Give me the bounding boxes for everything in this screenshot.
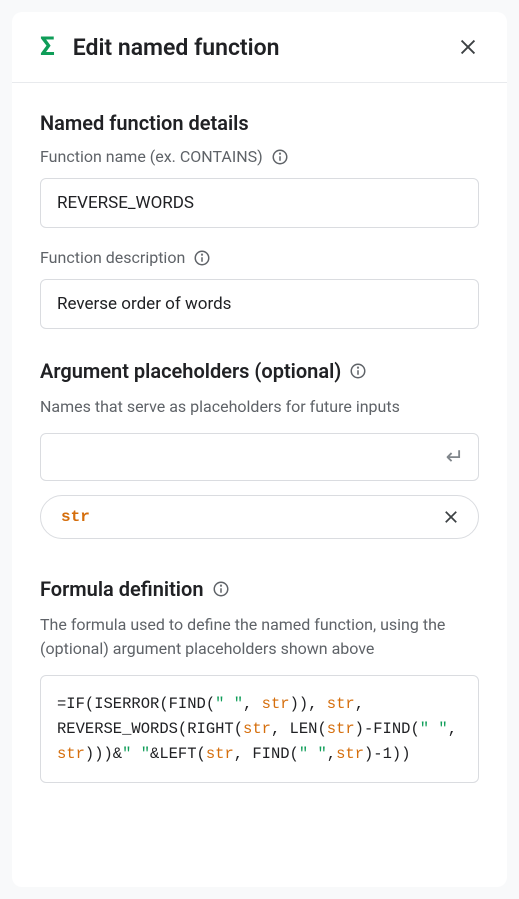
remove-argument-button[interactable] xyxy=(440,506,462,528)
function-description-input[interactable] xyxy=(40,279,479,329)
panel-content: Named function details Function name (ex… xyxy=(12,83,507,803)
formula-heading: Formula definition xyxy=(40,577,479,601)
edit-function-panel: Σ Edit named function Named function det… xyxy=(12,12,507,887)
args-helper-text: Names that serve as placeholders for fut… xyxy=(40,395,479,419)
argument-input[interactable] xyxy=(55,444,446,470)
details-heading: Named function details xyxy=(40,111,479,135)
info-icon[interactable] xyxy=(349,362,367,380)
info-icon[interactable] xyxy=(271,148,289,166)
panel-header: Σ Edit named function xyxy=(12,12,507,83)
formula-definition-input[interactable]: =IF(ISERROR(FIND(" ", str)), str, REVERS… xyxy=(40,675,479,783)
function-description-label: Function description xyxy=(40,248,479,267)
enter-icon: ↵ xyxy=(446,445,464,470)
sigma-icon: Σ xyxy=(40,32,55,62)
formula-helper-text: The formula used to define the named fun… xyxy=(40,613,479,661)
panel-title: Edit named function xyxy=(73,34,453,61)
argument-input-row: ↵ xyxy=(40,433,479,481)
argument-chip[interactable]: str xyxy=(40,495,479,539)
close-icon xyxy=(457,36,479,58)
close-button[interactable] xyxy=(453,32,483,62)
function-name-label: Function name (ex. CONTAINS) xyxy=(40,147,479,166)
args-heading: Argument placeholders (optional) xyxy=(40,359,479,383)
close-icon xyxy=(442,508,460,526)
info-icon[interactable] xyxy=(212,580,230,598)
function-name-input[interactable] xyxy=(40,178,479,228)
info-icon[interactable] xyxy=(193,249,211,267)
argument-chip-label: str xyxy=(61,508,90,526)
